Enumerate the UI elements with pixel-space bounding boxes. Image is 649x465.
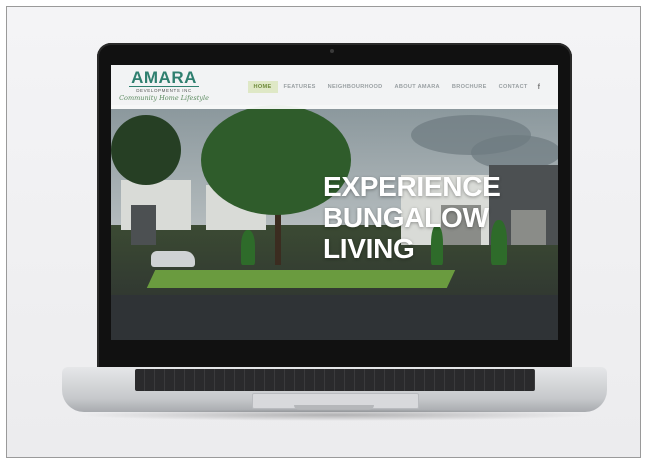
lawn (146, 270, 456, 288)
laptop-screen: AMARA DEVELOPMENTS INC Community Home Li… (111, 65, 558, 340)
laptop-lid: AMARA DEVELOPMENTS INC Community Home Li… (97, 43, 572, 369)
nav-neighbourhood[interactable]: NEIGHBOURHOOD (322, 81, 389, 93)
camera-icon (330, 49, 334, 53)
hero-heading: EXPERIENCE BUNGALOW LIVING (323, 171, 501, 264)
nav-brochure[interactable]: BROCHURE (446, 81, 493, 93)
road (111, 295, 558, 340)
shrub (241, 230, 255, 265)
nav-contact[interactable]: CONTACT (493, 81, 534, 93)
laptop-shadow (77, 409, 592, 421)
nav-about-amara[interactable]: ABOUT AMARA (389, 81, 446, 93)
keyboard (135, 369, 535, 391)
garage-door (511, 210, 546, 245)
car (151, 251, 195, 267)
hero-line: BUNGALOW (323, 202, 489, 233)
tree (111, 115, 181, 185)
hero-line: LIVING (323, 233, 415, 264)
laptop-base (62, 367, 607, 412)
nav-features[interactable]: FEATURES (278, 81, 322, 93)
site-navbar: AMARA DEVELOPMENTS INC Community Home Li… (111, 65, 558, 109)
mockup-frame: AMARA DEVELOPMENTS INC Community Home Li… (6, 6, 641, 458)
logo-title: AMARA (131, 68, 197, 87)
logo-tagline: Community Home Lifestyle (119, 94, 209, 102)
main-nav: HOME FEATURES NEIGHBOURHOOD ABOUT AMARA … (247, 81, 544, 93)
hero-line: EXPERIENCE (323, 171, 501, 202)
logo-subtitle: DEVELOPMENTS INC (129, 86, 199, 94)
nav-home[interactable]: HOME (247, 81, 278, 93)
amara-logo[interactable]: AMARA DEVELOPMENTS INC Community Home Li… (119, 69, 209, 107)
facebook-icon[interactable]: f (534, 82, 544, 93)
house-door (131, 205, 156, 245)
